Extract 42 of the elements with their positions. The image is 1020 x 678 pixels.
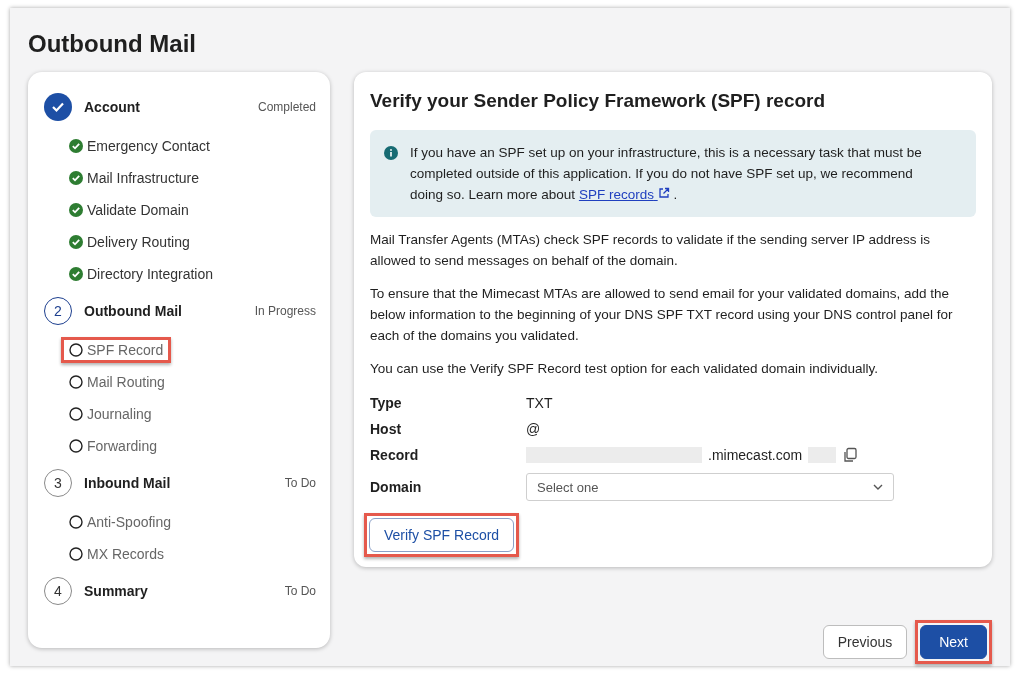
check-icon xyxy=(44,93,72,121)
field-value: TXT xyxy=(526,395,554,411)
domain-select[interactable]: Select one xyxy=(526,473,894,501)
substep-label[interactable]: Journaling xyxy=(87,406,152,422)
chevron-down-icon xyxy=(873,484,883,490)
verify-button[interactable]: Verify SPF Record xyxy=(369,518,515,552)
field-label: Host xyxy=(370,421,403,437)
substep-label[interactable]: Delivery Routing xyxy=(87,234,190,250)
step-status: In Progress xyxy=(254,304,316,318)
field-value: @ xyxy=(526,421,542,437)
step-status: To Do xyxy=(284,584,316,598)
substep-label[interactable]: Forwarding xyxy=(87,438,158,454)
substep-label[interactable]: Emergency Contact xyxy=(87,138,210,154)
substep-label[interactable]: Mail Infrastructure xyxy=(87,170,200,186)
step-status: Completed xyxy=(257,100,316,114)
substep-label[interactable]: Mail Routing xyxy=(87,374,165,390)
page-title: Outbound Mail xyxy=(28,30,197,58)
field-label: Type xyxy=(370,395,403,411)
substep-label[interactable]: Anti-Spoofing xyxy=(87,514,172,530)
previous-button[interactable]: Previous xyxy=(822,625,908,659)
description-text: To ensure that the Mimecast MTAs are allowed to send email for your validated domains, add the below information to the beginning of your DNS SPF TXT record using your DNS control panel for each of the domains you validated. xyxy=(370,285,954,345)
substep-label[interactable]: Directory Integration xyxy=(87,266,214,282)
substep-label[interactable]: SPF Record xyxy=(87,342,164,358)
substep-label[interactable]: Validate Domain xyxy=(87,202,189,218)
step-label[interactable]: Outbound Mail xyxy=(84,303,255,319)
step-label[interactable]: Summary xyxy=(84,583,285,599)
field-label: Record xyxy=(370,447,420,463)
info-icon xyxy=(384,146,398,160)
description-text: You can use the Verify SPF Record test option for each validated domain individually. xyxy=(370,360,880,378)
record-value: .mimecast.com xyxy=(708,447,803,463)
step-status: To Do xyxy=(284,476,316,490)
step-label[interactable]: Inbound Mail xyxy=(84,475,285,491)
external-link-icon xyxy=(657,187,670,199)
field-label: Domain xyxy=(370,479,423,495)
description-text: Mail Transfer Agents (MTAs) check SPF records to validate if the sending server IP address is allowed to send messages on behalf of the domain. xyxy=(370,231,931,270)
substep-label[interactable]: MX Records xyxy=(87,546,165,562)
panel-title: Verify your Sender Policy Framework (SPF) record xyxy=(370,90,827,112)
spf-records-link[interactable]: SPF records xyxy=(578,187,670,202)
next-button[interactable]: Next xyxy=(920,625,987,659)
copy-icon[interactable] xyxy=(842,447,859,463)
info-text: If you have an SPF set up on your infrastructure, this is a necessary task that must be completed outside of this application. If you do not have SPF set up, we recommend doing so. Learn more about SPF records . xyxy=(410,144,923,204)
step-label[interactable]: Account xyxy=(84,99,258,115)
